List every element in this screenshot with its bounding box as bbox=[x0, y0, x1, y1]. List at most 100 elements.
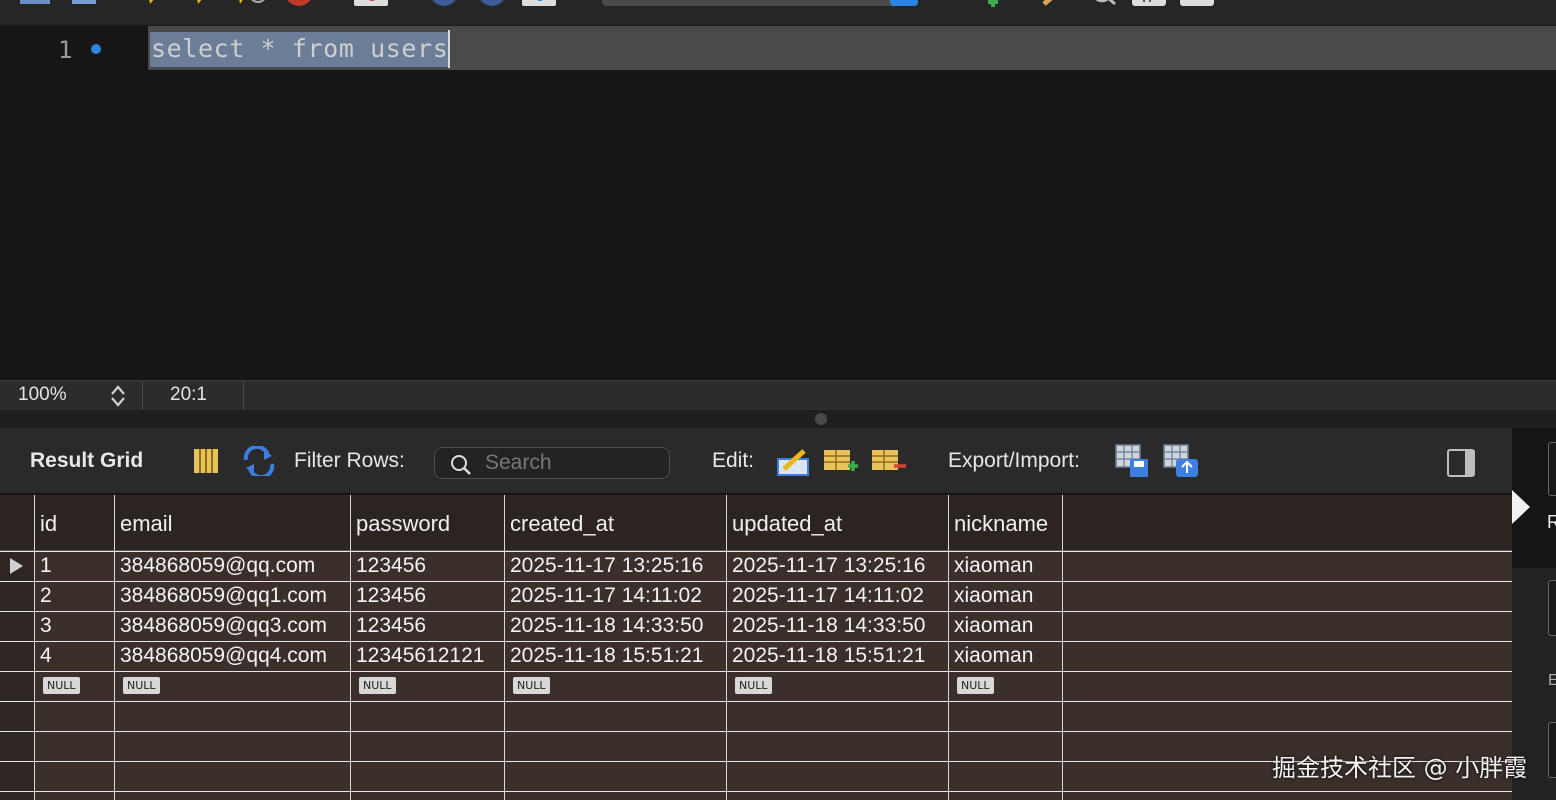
null-badge[interactable]: NULL bbox=[513, 677, 550, 694]
column-separator bbox=[1062, 495, 1063, 800]
column-separator bbox=[34, 495, 35, 800]
sql-statement[interactable]: select * from users bbox=[150, 32, 451, 67]
limit-rows-select[interactable] bbox=[602, 0, 918, 8]
filter-search-box[interactable] bbox=[434, 447, 670, 479]
sql-editor-toolbar bbox=[0, 0, 1556, 26]
watermark-text: 掘金技术社区 @ 小胖霞 bbox=[1272, 754, 1528, 782]
side-tab-label: E bbox=[1548, 672, 1556, 689]
splitter-handle-icon[interactable] bbox=[815, 413, 827, 425]
cell-created-at[interactable]: 2025-11-18 15:51:21 bbox=[510, 641, 703, 671]
beautify-icon[interactable] bbox=[1040, 0, 1064, 6]
cell-nickname[interactable]: xiaoman bbox=[954, 551, 1033, 581]
status-divider bbox=[243, 381, 244, 411]
column-header-updated-at[interactable]: updated_at bbox=[732, 511, 842, 537]
filter-search-input[interactable] bbox=[485, 451, 655, 475]
cell-created-at[interactable]: 2025-11-17 13:25:16 bbox=[510, 551, 703, 581]
cell-created-at[interactable]: 2025-11-17 14:11:02 bbox=[510, 581, 702, 611]
column-header-nickname[interactable]: nickname bbox=[954, 511, 1048, 537]
toggle-panel-icon[interactable] bbox=[1446, 448, 1476, 478]
cell-id[interactable]: 3 bbox=[40, 611, 52, 641]
current-row-arrow-icon bbox=[10, 558, 23, 574]
column-header-password[interactable]: password bbox=[356, 511, 450, 537]
export-icon[interactable] bbox=[1114, 443, 1152, 479]
column-view-icon[interactable] bbox=[192, 447, 220, 475]
cell-updated-at[interactable]: 2025-11-17 13:25:16 bbox=[732, 551, 925, 581]
line-number: 1 bbox=[58, 36, 73, 64]
zoom-level: 100% bbox=[18, 384, 67, 405]
commit-icon[interactable] bbox=[428, 0, 460, 6]
side-form-editor-button[interactable] bbox=[1548, 580, 1556, 636]
column-separator bbox=[726, 495, 727, 800]
delete-row-icon[interactable] bbox=[870, 446, 908, 476]
panel-splitter[interactable] bbox=[0, 410, 1556, 428]
side-field-types-button[interactable] bbox=[1548, 722, 1556, 778]
sql-editor[interactable]: 1 select * from users bbox=[0, 26, 1556, 380]
cell-updated-at[interactable]: 2025-11-18 15:51:21 bbox=[732, 641, 925, 671]
insert-row-icon[interactable] bbox=[822, 446, 860, 476]
row-separator bbox=[0, 731, 1512, 732]
column-separator bbox=[350, 495, 351, 800]
refresh-icon[interactable] bbox=[242, 446, 276, 476]
cell-email[interactable]: 384868059@qq1.com bbox=[120, 581, 327, 611]
edit-row-icon[interactable] bbox=[776, 445, 812, 479]
grid-header: id email password created_at updated_at … bbox=[0, 495, 1512, 551]
toggle-error-stop-icon[interactable] bbox=[354, 0, 390, 6]
execute-icon[interactable] bbox=[140, 0, 164, 6]
cell-password[interactable]: 123456 bbox=[356, 611, 426, 641]
null-badge[interactable]: NULL bbox=[957, 677, 994, 694]
text-caret bbox=[448, 30, 450, 68]
side-selection-arrow-icon bbox=[1512, 490, 1530, 524]
result-grid-title: Result Grid bbox=[30, 449, 144, 472]
rollback-icon[interactable] bbox=[476, 0, 508, 6]
stop-icon[interactable] bbox=[282, 0, 316, 6]
cell-id[interactable]: 1 bbox=[40, 551, 52, 581]
cell-created-at[interactable]: 2025-11-18 14:33:50 bbox=[510, 611, 703, 641]
row-marker-column bbox=[0, 551, 34, 800]
column-header-email[interactable]: email bbox=[120, 511, 173, 537]
cell-email[interactable]: 384868059@qq4.com bbox=[120, 641, 327, 671]
null-badge[interactable]: NULL bbox=[123, 677, 160, 694]
cell-password[interactable]: 123456 bbox=[356, 581, 426, 611]
save-sql-icon[interactable] bbox=[72, 0, 96, 6]
column-separator bbox=[948, 495, 949, 800]
null-badge[interactable]: NULL bbox=[359, 677, 396, 694]
cell-updated-at[interactable]: 2025-11-17 14:11:02 bbox=[732, 581, 924, 611]
explain-icon[interactable] bbox=[234, 0, 270, 6]
null-badge[interactable]: NULL bbox=[43, 677, 80, 694]
execute-current-icon[interactable] bbox=[190, 0, 214, 6]
cell-email[interactable]: 384868059@qq.com bbox=[120, 551, 315, 581]
cell-password[interactable]: 123456 bbox=[356, 551, 426, 581]
wrap-lines-icon[interactable] bbox=[1180, 0, 1216, 6]
cursor-position: 20:1 bbox=[170, 384, 207, 405]
row-separator bbox=[0, 791, 1512, 792]
column-header-created-at[interactable]: created_at bbox=[510, 511, 614, 537]
cell-id[interactable]: 4 bbox=[40, 641, 52, 671]
column-separator bbox=[114, 495, 115, 800]
row-separator bbox=[0, 671, 1512, 672]
invisible-chars-icon[interactable] bbox=[1132, 0, 1168, 6]
cell-nickname[interactable]: xiaoman bbox=[954, 581, 1033, 611]
side-result-grid-button[interactable] bbox=[1548, 442, 1556, 496]
cell-id[interactable]: 2 bbox=[40, 581, 52, 611]
null-badge[interactable]: NULL bbox=[735, 677, 772, 694]
column-separator bbox=[504, 495, 505, 800]
cell-updated-at[interactable]: 2025-11-18 14:33:50 bbox=[732, 611, 925, 641]
result-grid-toolbar: Result Grid Filter Rows: Edit: bbox=[0, 428, 1512, 494]
cell-nickname[interactable]: xiaoman bbox=[954, 641, 1033, 671]
open-sql-file-icon[interactable] bbox=[20, 0, 50, 6]
statement-marker-icon bbox=[91, 44, 101, 54]
mysql-workbench-window: 1 select * from users 100% 20:1 Result G… bbox=[0, 0, 1556, 800]
filter-rows-label: Filter Rows: bbox=[294, 449, 405, 472]
autocommit-icon[interactable] bbox=[522, 0, 558, 6]
right-side-panel: R E bbox=[1512, 428, 1556, 800]
add-snippet-icon[interactable] bbox=[968, 0, 1002, 12]
cell-email[interactable]: 384868059@qq3.com bbox=[120, 611, 327, 641]
cell-password[interactable]: 12345612121 bbox=[356, 641, 484, 671]
find-icon[interactable] bbox=[1088, 0, 1118, 6]
cell-nickname[interactable]: xiaoman bbox=[954, 611, 1033, 641]
search-icon bbox=[451, 455, 471, 475]
import-icon[interactable] bbox=[1162, 443, 1200, 479]
zoom-stepper[interactable] bbox=[108, 384, 128, 408]
editor-status-bar: 100% 20:1 bbox=[0, 380, 1556, 411]
column-header-id[interactable]: id bbox=[40, 511, 57, 537]
